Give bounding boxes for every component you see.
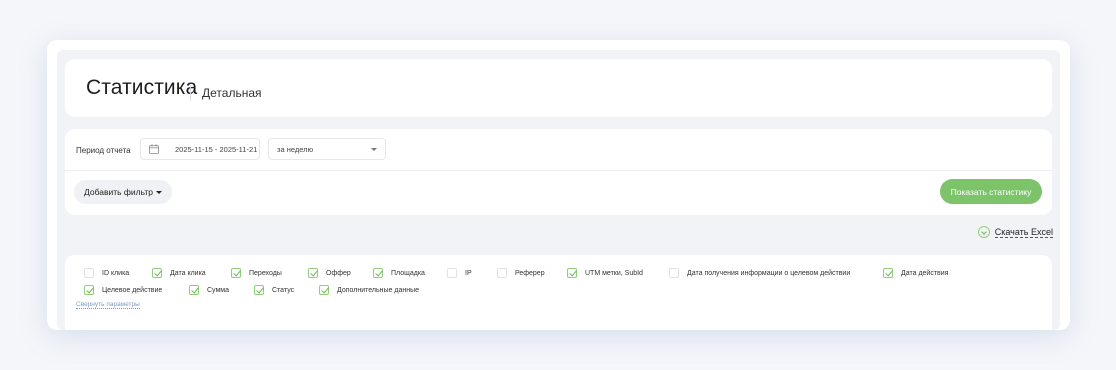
checkbox-icon[interactable]: [319, 285, 329, 295]
param-checkbox[interactable]: Дата клика: [152, 268, 206, 278]
param-label: Реферер: [515, 269, 545, 277]
content-area: Статистика Детальная Период отчета 2025-…: [57, 50, 1060, 330]
filter-card: Период отчета 2025-11-15 - 2025-11-21 за…: [65, 129, 1052, 215]
param-checkbox[interactable]: UTM метки, SubId: [567, 268, 643, 278]
param-checkbox[interactable]: Оффер: [308, 268, 351, 278]
param-checkbox[interactable]: ID клика: [84, 268, 129, 278]
add-filter-button[interactable]: Добавить фильтр: [74, 180, 173, 204]
param-label: Дата клика: [170, 269, 206, 277]
filter-divider: [65, 170, 1052, 171]
title-divider: [190, 85, 191, 101]
checkbox-icon[interactable]: [447, 268, 457, 278]
param-checkbox[interactable]: Реферер: [497, 268, 545, 278]
checkbox-icon[interactable]: [308, 268, 318, 278]
param-checkbox[interactable]: Сумма: [189, 285, 229, 295]
param-label: ID клика: [102, 269, 130, 277]
param-label: IP: [465, 269, 472, 277]
param-checkbox[interactable]: Статус: [254, 285, 294, 295]
checkbox-icon[interactable]: [189, 285, 199, 295]
param-checkbox[interactable]: Переходы: [231, 268, 282, 278]
download-icon: [977, 226, 990, 238]
checkbox-icon[interactable]: [373, 268, 383, 278]
date-range-value: 2025-11-15 - 2025-11-21: [175, 145, 258, 154]
checkbox-icon[interactable]: [669, 268, 679, 278]
param-label: Статус: [272, 286, 295, 294]
download-excel-link[interactable]: Скачать Excel: [977, 226, 1053, 238]
checkbox-icon[interactable]: [883, 268, 893, 278]
checkbox-icon[interactable]: [231, 268, 241, 278]
param-label: Дата получения информации о целевом дейс…: [687, 269, 851, 277]
checkbox-icon[interactable]: [567, 268, 577, 278]
param-label: Целевое действие: [102, 286, 163, 294]
title-card: Статистика Детальная: [65, 59, 1052, 117]
param-label: Оффер: [326, 269, 351, 277]
calendar-icon: [149, 144, 159, 154]
param-checkbox[interactable]: IP: [447, 268, 472, 278]
param-checkbox[interactable]: Целевое действие: [84, 285, 162, 295]
param-label: Площадка: [391, 269, 425, 277]
show-stats-button[interactable]: Показать статистику: [940, 179, 1042, 204]
param-label: Сумма: [207, 286, 229, 294]
period-label: Период отчета: [76, 146, 131, 155]
checkbox-icon[interactable]: [84, 285, 94, 295]
page-title: Статистика: [86, 76, 198, 99]
download-excel-label: Скачать Excel: [994, 226, 1053, 238]
checkbox-icon[interactable]: [84, 268, 94, 278]
checkbox-icon[interactable]: [497, 268, 507, 278]
collapse-params-link[interactable]: Свернуть параметры: [76, 301, 140, 309]
param-label: Дополнительные данные: [337, 286, 419, 294]
caret-down-icon: [156, 190, 163, 194]
period-select[interactable]: за неделю: [268, 138, 386, 160]
chevron-down-icon: [371, 148, 377, 151]
param-checkbox[interactable]: Дополнительные данные: [319, 285, 419, 295]
param-label: Переходы: [249, 269, 282, 277]
param-label: Дата действия: [901, 269, 949, 277]
checkbox-icon[interactable]: [152, 268, 162, 278]
checkbox-icon[interactable]: [254, 285, 264, 295]
param-label: UTM метки, SubId: [585, 269, 643, 277]
param-checkbox[interactable]: Дата действия: [883, 268, 948, 278]
param-checkbox[interactable]: Дата получения информации о целевом дейс…: [669, 268, 850, 278]
app-window: Статистика Детальная Период отчета 2025-…: [47, 40, 1070, 330]
page-subtitle: Детальная: [202, 86, 262, 100]
date-range-picker[interactable]: 2025-11-15 - 2025-11-21: [140, 138, 260, 160]
period-select-value: за неделю: [277, 145, 314, 154]
param-checkbox[interactable]: Площадка: [373, 268, 425, 278]
add-filter-label: Добавить фильтр: [84, 187, 154, 197]
